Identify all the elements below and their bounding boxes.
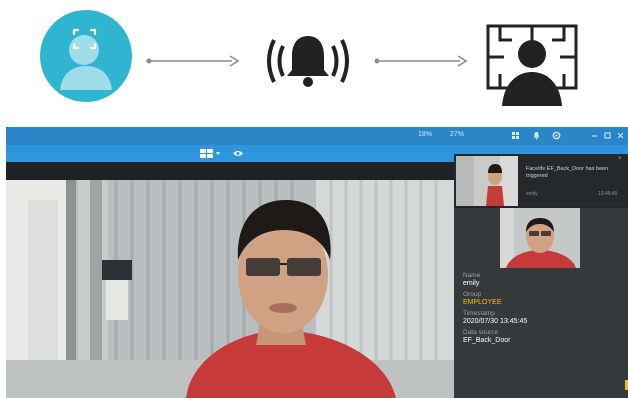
face-scan-icon xyxy=(40,10,132,102)
flow-arrow-2 xyxy=(374,55,468,67)
close-window-icon[interactable] xyxy=(616,131,625,140)
surveillance-app-window: 18% 27% Facelife EF_Back_Door has been t… xyxy=(6,127,628,398)
detection-details: Name emily Group EMPLOYEE Timestamp 2020… xyxy=(463,268,623,344)
alarm-bell-icon xyxy=(267,36,349,87)
cpu-usage-stat: 18% xyxy=(418,131,433,138)
root: 18% 27% Facelife EF_Back_Door has been t… xyxy=(0,0,628,398)
group-value: EMPLOYEE xyxy=(463,299,502,306)
data-source-label: Data source xyxy=(463,329,499,336)
layout-windows-icon[interactable] xyxy=(199,148,221,159)
alert-close-button[interactable]: × xyxy=(618,156,622,162)
data-source-value: EF_Back_Door xyxy=(463,337,511,344)
settings-gear-icon[interactable] xyxy=(552,131,561,140)
monitor-person-icon xyxy=(486,24,578,106)
camera-live-view[interactable] xyxy=(6,180,454,398)
alert-thumbnail xyxy=(456,156,518,206)
timestamp-value: 2020/07/30 13:45:45 xyxy=(463,318,528,325)
alert-source-name: emily xyxy=(526,191,538,197)
event-side-panel: Facelife EF_Back_Door has been triggered… xyxy=(454,154,628,398)
flow-arrow-1 xyxy=(146,55,240,67)
notification-bell-icon[interactable] xyxy=(532,131,541,140)
name-value: emily xyxy=(463,280,480,287)
title-bar: 18% 27% xyxy=(6,127,628,145)
eye-icon[interactable] xyxy=(232,149,244,158)
alert-card[interactable]: Facelife EF_Back_Door has been triggered… xyxy=(454,154,628,208)
detected-face-image xyxy=(500,208,580,268)
timestamp-label: Timestamp xyxy=(463,310,495,317)
minimize-icon[interactable] xyxy=(590,131,599,140)
maximize-icon[interactable] xyxy=(603,131,612,140)
name-label: Name xyxy=(463,272,481,279)
group-label: Group xyxy=(463,291,482,298)
alert-time: 13:45:45 xyxy=(598,191,618,197)
camera-header-strip xyxy=(6,162,454,180)
grid-icon[interactable] xyxy=(511,131,520,140)
memory-usage-stat: 27% xyxy=(450,131,465,138)
alert-message: Facelife EF_Back_Door has been triggered xyxy=(526,166,609,179)
